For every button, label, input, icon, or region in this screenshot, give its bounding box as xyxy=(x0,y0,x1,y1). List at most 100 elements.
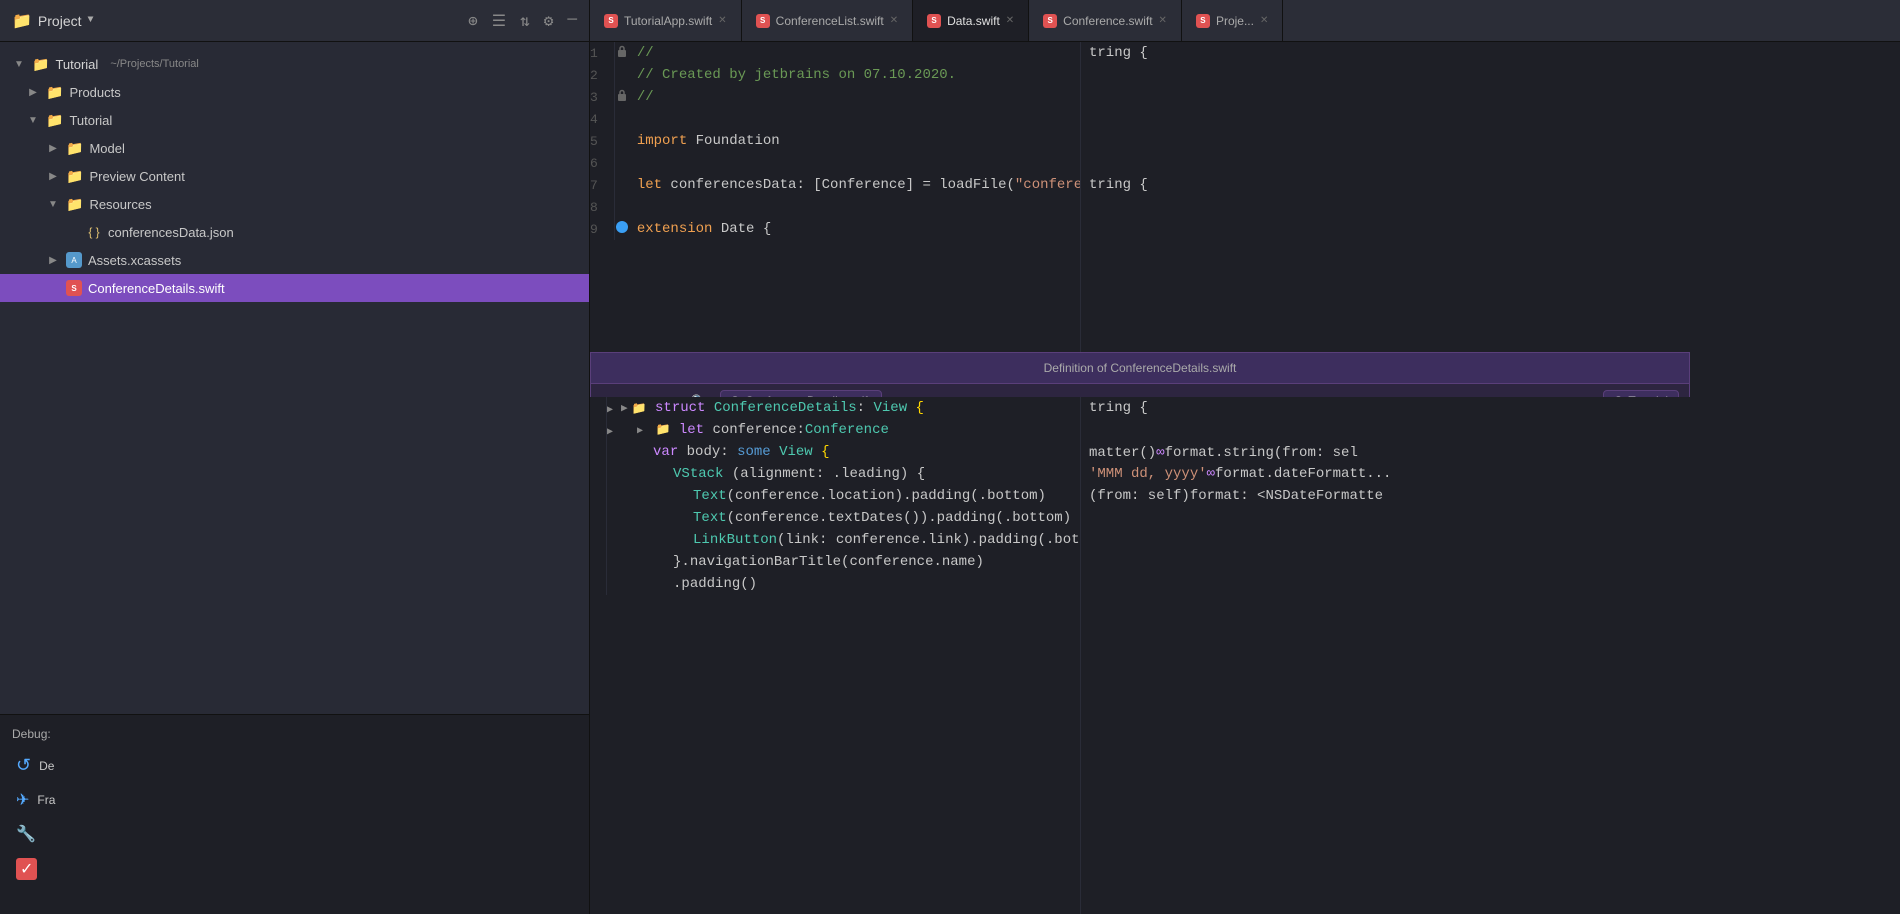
line-number: 9 xyxy=(590,218,615,240)
code-line-7: 7 let conferencesData: [Conference] = lo… xyxy=(590,174,1080,196)
line-number xyxy=(590,507,607,529)
json-label: conferencesData.json xyxy=(108,225,234,240)
tab-close[interactable]: ✕ xyxy=(1260,15,1268,26)
assets-label: Assets.xcassets xyxy=(88,253,181,268)
toolbar-icons: ⊕ ☰ ⇅ ⚙ ─ xyxy=(468,11,577,31)
code-line-text-dates: Text(conference.textDates()).padding(.bo… xyxy=(590,507,1080,529)
root-folder-icon: 📁 xyxy=(32,56,49,73)
add-icon[interactable]: ⊕ xyxy=(468,11,478,31)
line-gutter xyxy=(615,108,629,130)
tree-item-preview-content[interactable]: ▶ 📁 Preview Content xyxy=(0,162,589,190)
tab-close[interactable]: ✕ xyxy=(1159,15,1167,26)
gear-icon[interactable]: ⚙ xyxy=(544,11,554,31)
tree-item-conference-details[interactable]: S ConferenceDetails.swift xyxy=(0,274,589,302)
debug-label: Debug: xyxy=(0,723,589,745)
popup-file-chip[interactable]: S ConferenceDetails.swift xyxy=(720,390,882,397)
wrench-icon: 🔧 xyxy=(16,824,36,844)
swift-file-icon: S xyxy=(66,280,82,296)
tab-conferencelist[interactable]: S ConferenceList.swift ✕ xyxy=(742,0,913,41)
debug-tools-button[interactable]: 🔧 xyxy=(8,818,581,850)
code-line-1: 1 // xyxy=(590,42,1080,64)
definition-popup-toolbar: ← → ✏ 🔍 S ConferenceDetails.swift S Tuto… xyxy=(591,383,1689,397)
line-content: ▶ 📁 struct ConferenceDetails: View { xyxy=(613,397,1080,419)
line-gutter xyxy=(615,130,629,152)
line-number: 8 xyxy=(590,196,615,218)
tree-item-resources[interactable]: ▼ 📁 Resources xyxy=(0,190,589,218)
swift-icon: S xyxy=(756,14,770,28)
debug-error-button[interactable]: ✓ xyxy=(8,852,581,886)
resources-folder-icon: 📁 xyxy=(66,196,83,213)
tree-item-products[interactable]: ▶ 📁 Products xyxy=(0,78,589,106)
code-line-linkbutton: LinkButton(link: conference.link).paddin… xyxy=(590,529,1080,551)
line-gutter xyxy=(615,174,629,196)
tabs-area: S TutorialApp.swift ✕ S ConferenceList.s… xyxy=(590,0,1900,41)
debug-de-button[interactable]: ↺ De xyxy=(8,749,581,782)
left-code-lower[interactable]: ▶ ▶ 📁 struct ConferenceDetails: View { xyxy=(590,397,1080,914)
popup-file-label: ConferenceDetails.swift xyxy=(745,394,871,397)
popup-search-btn[interactable]: 🔍 xyxy=(685,392,712,398)
definition-popup-title: Definition of ConferenceDetails.swift xyxy=(591,353,1689,383)
r-line-4 xyxy=(1081,108,1900,130)
tab-bar: 📁 Project ▼ ⊕ ☰ ⇅ ⚙ ─ S TutorialApp.swif… xyxy=(0,0,1900,42)
tree-item-model[interactable]: ▶ 📁 Model xyxy=(0,134,589,162)
tree-item-json[interactable]: { } conferencesData.json xyxy=(0,218,589,246)
minus-icon[interactable]: ─ xyxy=(567,11,577,31)
line-content: ▶ 📁 let conference:Conference xyxy=(613,419,1080,441)
line-content: extension Date { xyxy=(629,218,1080,240)
debug-fra-button[interactable]: ✈ Fra xyxy=(8,784,581,816)
tab-close[interactable]: ✕ xyxy=(1006,15,1014,26)
line-gutter xyxy=(615,64,629,86)
tab-close[interactable]: ✕ xyxy=(890,15,898,26)
popup-forward-btn[interactable]: → xyxy=(629,391,649,397)
r-line-lower-2 xyxy=(1081,419,1900,441)
code-line-6: 6 xyxy=(590,152,1080,174)
line-gutter xyxy=(615,42,629,64)
file-tree: ▼ 📁 Tutorial ~/Projects/Tutorial ▶ 📁 Pro… xyxy=(0,42,590,914)
r-line-lower-1: tring { xyxy=(1081,397,1900,419)
left-code-upper[interactable]: 1 // 2 // Created by jetbrains on 07.10.… xyxy=(590,42,1080,397)
swift-icon: S xyxy=(927,14,941,28)
line-content: // Created by jetbrains on 07.10.2020. xyxy=(629,64,1080,86)
popup-swift-icon: S xyxy=(731,394,739,397)
project-dropdown-arrow[interactable]: ▼ xyxy=(88,15,94,26)
line-content: .padding() xyxy=(613,573,1080,595)
tree-root[interactable]: ▼ 📁 Tutorial ~/Projects/Tutorial xyxy=(0,50,589,78)
tab-label: ConferenceList.swift xyxy=(776,14,884,28)
lock-icon xyxy=(615,44,629,58)
line-number: 5 xyxy=(590,130,615,152)
products-arrow: ▶ xyxy=(26,87,40,98)
line-number xyxy=(590,573,607,595)
popup-back-btn[interactable]: ← xyxy=(601,391,621,397)
line-number xyxy=(590,419,607,441)
collapse-icon[interactable]: ⇅ xyxy=(520,11,530,31)
r-line-lower-4: 'MMM dd, yyyy' ∞ format.dateFormatt... xyxy=(1081,463,1900,485)
model-arrow: ▶ xyxy=(46,143,60,154)
resources-label: Resources xyxy=(89,197,151,212)
r-line-9 xyxy=(1081,218,1900,240)
tree-item-assets[interactable]: ▶ A Assets.xcassets xyxy=(0,246,589,274)
popup-project-icon: S xyxy=(1614,394,1622,397)
tab-data[interactable]: S Data.swift ✕ xyxy=(913,0,1029,41)
line-content: import Foundation xyxy=(629,130,1080,152)
popup-project-chip[interactable]: S Tutorial xyxy=(1603,390,1679,397)
root-arrow: ▼ xyxy=(12,59,26,70)
line-content: Text(conference.location).padding(.botto… xyxy=(613,485,1080,507)
align-icon[interactable]: ☰ xyxy=(492,11,506,31)
json-file-icon: { } xyxy=(86,224,102,240)
tab-project-partial[interactable]: S Proje... ✕ xyxy=(1182,0,1283,41)
tab-conference[interactable]: S Conference.swift ✕ xyxy=(1029,0,1182,41)
code-line-padding: .padding() xyxy=(590,573,1080,595)
tab-close[interactable]: ✕ xyxy=(718,15,726,26)
tab-tutorialapp[interactable]: S TutorialApp.swift ✕ xyxy=(590,0,742,41)
tree-item-tutorial[interactable]: ▼ 📁 Tutorial xyxy=(0,106,589,134)
popup-edit-btn[interactable]: ✏ xyxy=(658,392,677,398)
debug-buttons: ↺ De ✈ Fra 🔧 ✓ xyxy=(0,745,589,890)
model-label: Model xyxy=(89,141,124,156)
xcassets-icon: A xyxy=(66,252,82,268)
line-number xyxy=(590,463,607,485)
code-line-navbartitle: }.navigationBarTitle(conference.name) xyxy=(590,551,1080,573)
preview-arrow: ▶ xyxy=(46,171,60,182)
code-line-9: 9 extension Date { xyxy=(590,218,1080,240)
code-lines-lower: ▶ ▶ 📁 struct ConferenceDetails: View { xyxy=(590,397,1080,595)
popup-project-label: Tutorial xyxy=(1628,394,1668,397)
